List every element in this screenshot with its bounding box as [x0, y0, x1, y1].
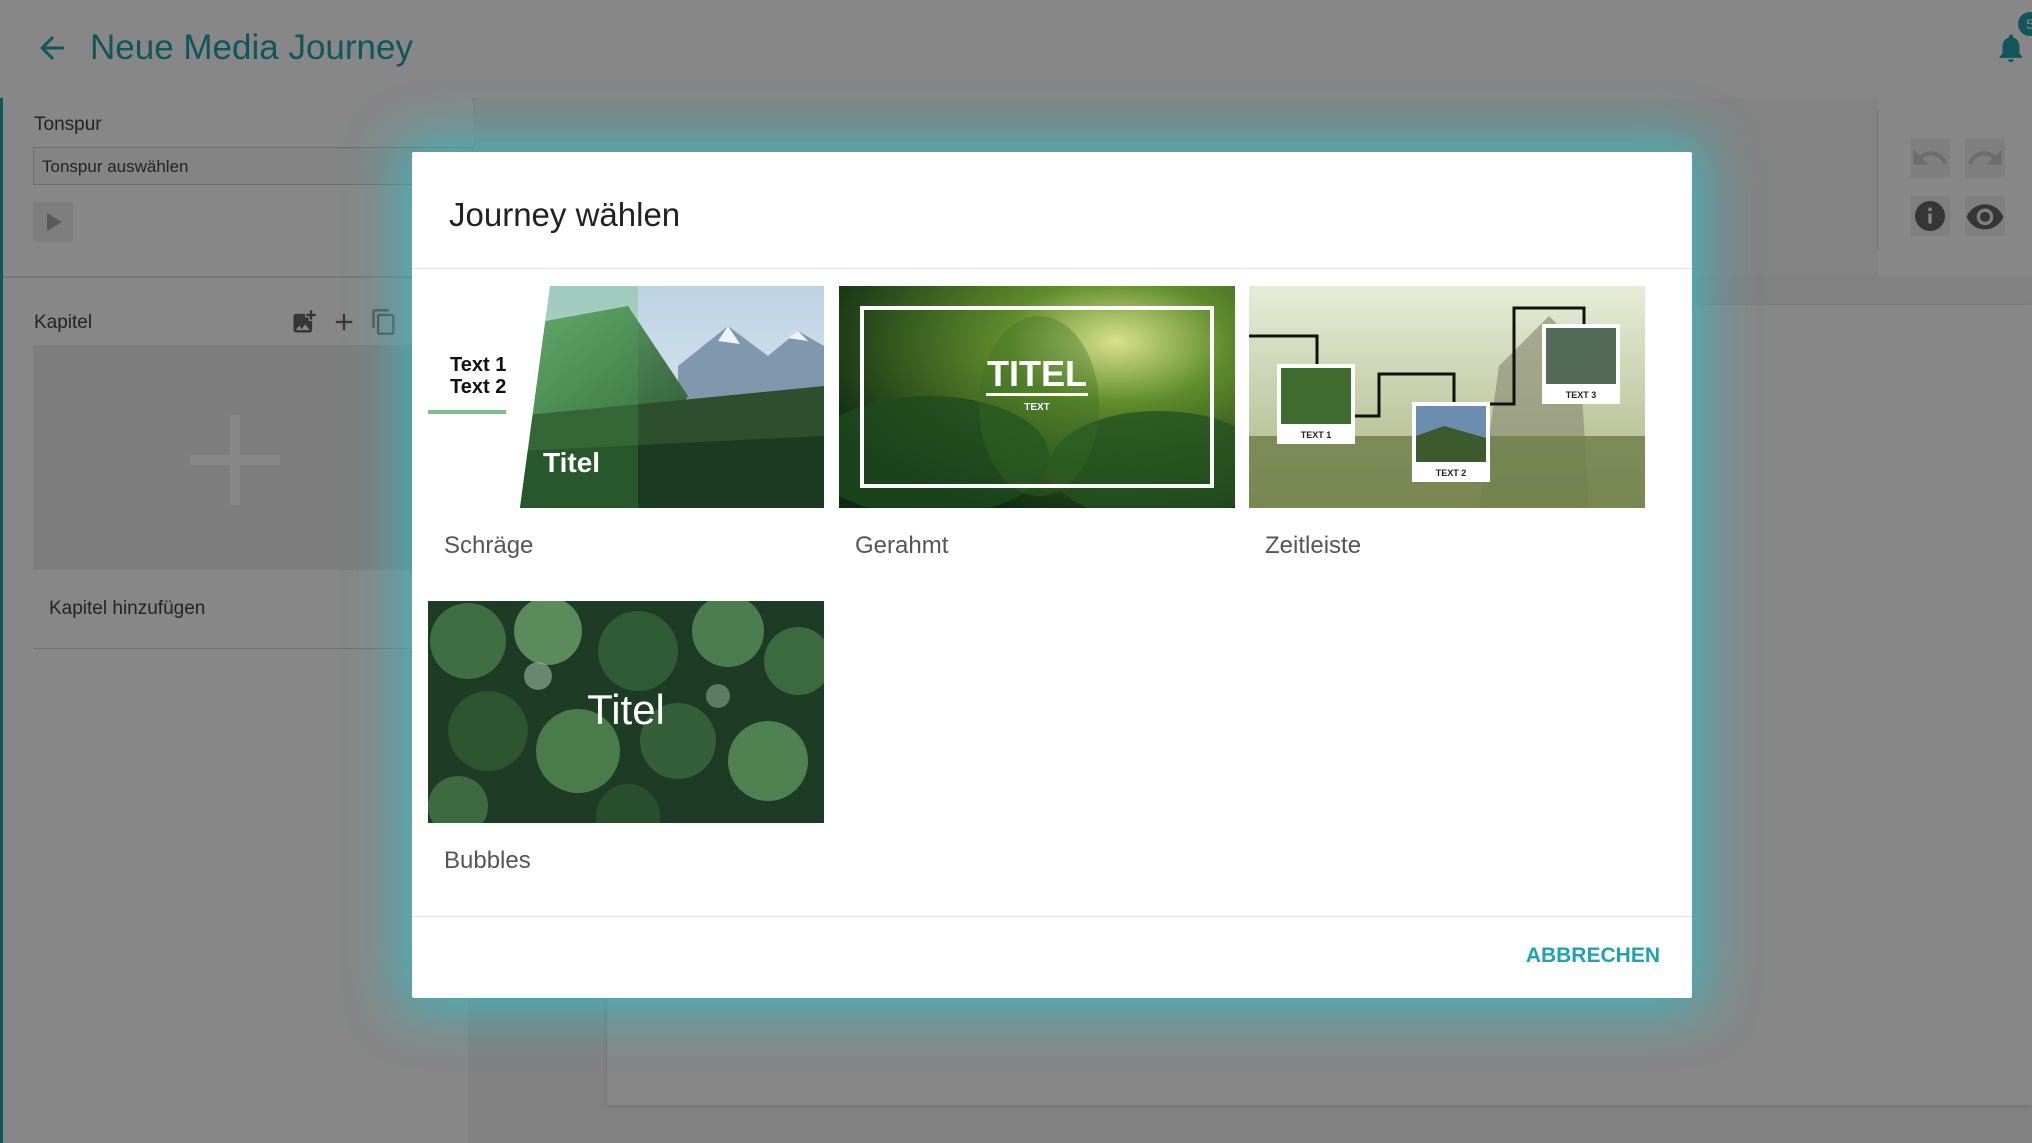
- thumb-title: Titel: [543, 447, 600, 478]
- zeitleiste-thumbnail: TEXT 1 TEXT 2 TEXT 3: [1249, 286, 1645, 508]
- journey-option-bubbles[interactable]: Titel Bubbles: [428, 601, 824, 901]
- thumb-text2: TEXT 2: [1436, 468, 1467, 478]
- dialog-divider-top: [412, 268, 1692, 269]
- option-label: Schräge: [444, 532, 534, 559]
- thumb-text1: Text 1: [450, 354, 506, 376]
- thumb-text2: Text 2: [450, 376, 506, 398]
- gerahmt-thumbnail: TITEL TEXT: [839, 286, 1235, 508]
- journey-option-zeitleiste[interactable]: TEXT 1 TEXT 2 TEXT 3 Zeitleiste: [1249, 286, 1645, 586]
- thumb-text3: TEXT 3: [1566, 390, 1597, 400]
- thumb-title: Titel: [587, 686, 665, 733]
- journey-option-gerahmt[interactable]: TITEL TEXT Gerahmt: [839, 286, 1235, 586]
- thumb-sub: TEXT: [1024, 402, 1050, 413]
- cancel-button[interactable]: ABBRECHEN: [1520, 944, 1660, 974]
- thumb-text1: TEXT 1: [1301, 430, 1332, 440]
- dialog-title: Journey wählen: [449, 196, 681, 233]
- option-label: Zeitleiste: [1265, 532, 1362, 559]
- bubbles-thumbnail: Titel: [428, 601, 824, 823]
- option-label: Gerahmt: [855, 532, 949, 559]
- schraege-thumbnail: Text 1 Text 2 Titel: [428, 286, 824, 508]
- journey-option-schraege[interactable]: Text 1 Text 2 Titel Schräge: [428, 286, 824, 586]
- option-label: Bubbles: [444, 847, 531, 874]
- dialog-divider-bottom: [412, 916, 1692, 917]
- thumb-title: TITEL: [987, 353, 1087, 394]
